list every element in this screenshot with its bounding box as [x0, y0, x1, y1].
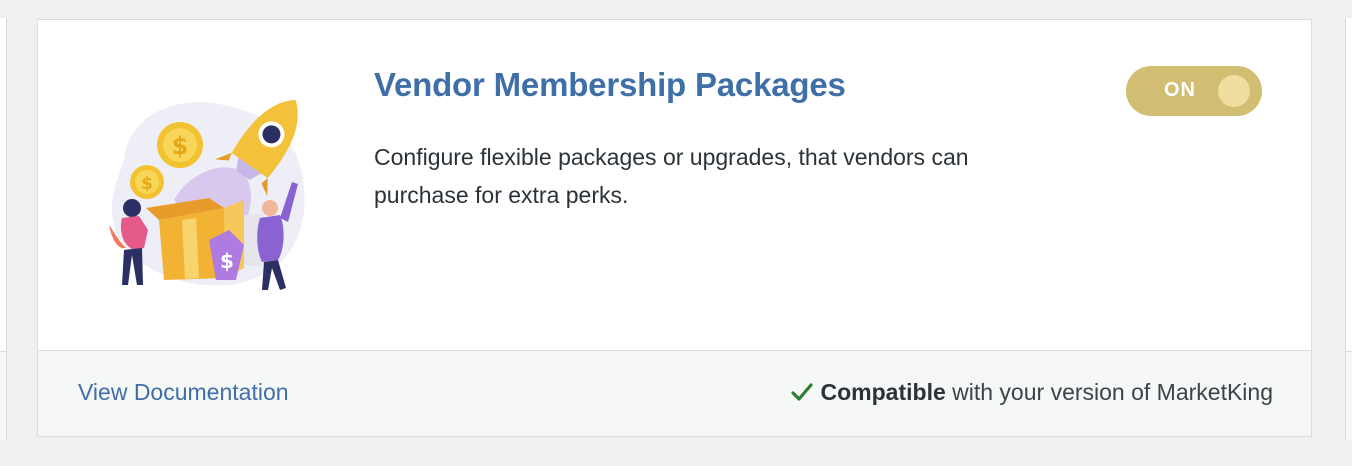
- adjacent-card-left: [0, 18, 7, 440]
- adjacent-card-right: [1345, 18, 1352, 440]
- module-title: Vendor Membership Packages: [374, 66, 846, 103]
- toggle-label: ON: [1164, 79, 1196, 101]
- module-toggle[interactable]: ON: [1126, 66, 1262, 116]
- view-documentation-link[interactable]: View Documentation: [78, 379, 289, 406]
- toggle-knob[interactable]: [1218, 75, 1250, 107]
- rocket-gift-box-illustration: $ $ $: [109, 99, 305, 290]
- card-body: $ $ $ Vendor Membership Packages Configu…: [38, 20, 1311, 352]
- card-footer: View Documentation Compatible with your …: [38, 350, 1311, 436]
- module-description: Configure flexible packages or upgrades,…: [374, 144, 969, 208]
- checkmark-icon: [790, 383, 813, 401]
- module-card: $ $ $ Vendor Membership Packages Configu…: [37, 19, 1312, 437]
- compatibility-status: Compatible with your version of MarketKi…: [790, 379, 1273, 406]
- compatibility-strong: Compatible: [820, 379, 946, 405]
- svg-text:$: $: [220, 249, 234, 273]
- svg-text:$: $: [172, 132, 189, 160]
- svg-text:$: $: [141, 174, 153, 194]
- compatibility-text: with your version of MarketKing: [945, 379, 1273, 405]
